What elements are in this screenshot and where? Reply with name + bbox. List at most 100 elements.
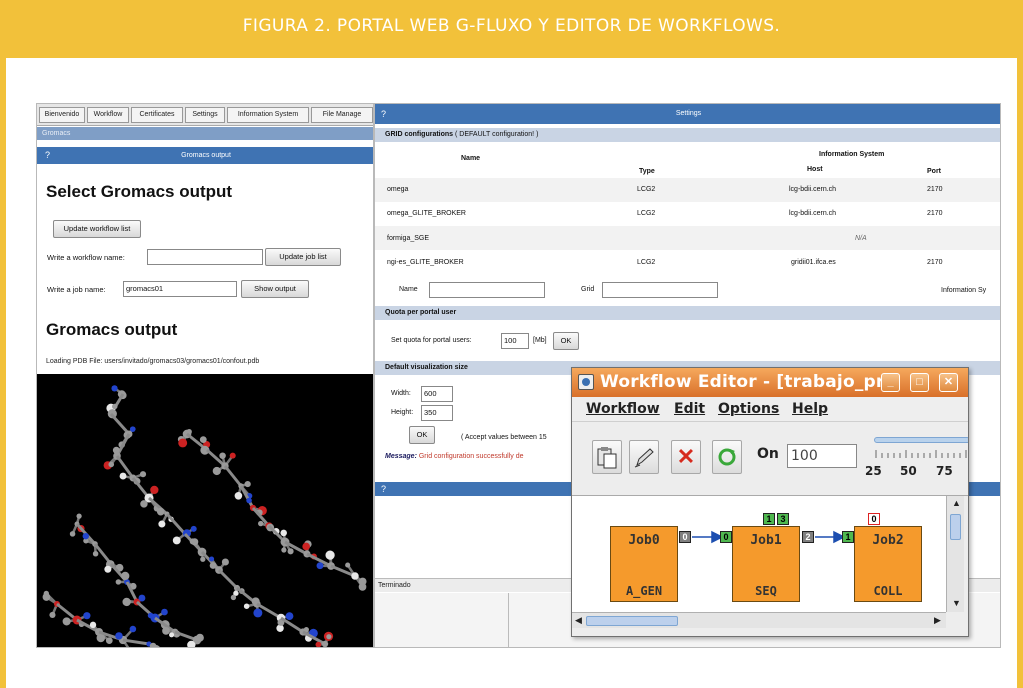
zoom-slider[interactable] <box>874 437 968 443</box>
workflow-editor-menubar: Workflow Edit Options Help <box>572 397 968 422</box>
molecule-atom <box>69 531 76 537</box>
table-cell-type: LCG2 <box>637 210 656 217</box>
quota-input[interactable]: 100 <box>501 333 529 349</box>
molecule-atom <box>122 597 131 607</box>
table-cell-type: LCG2 <box>637 259 656 266</box>
input-port[interactable]: 0 <box>720 531 732 543</box>
maximize-icon[interactable]: □ <box>910 373 929 392</box>
job-name-input[interactable]: gromacs01 <box>123 281 237 297</box>
zoom-slider-ticks <box>875 450 967 458</box>
delete-icon[interactable]: ✕ <box>671 440 701 474</box>
help-icon[interactable]: ? <box>381 104 386 124</box>
job-node[interactable]: Job2 COLL <box>854 526 922 602</box>
molecule-atom <box>281 547 287 553</box>
update-job-list-button[interactable]: Update job list <box>265 248 341 266</box>
message-value: Grid configuration successfully de <box>418 453 524 460</box>
vertical-scrollbar[interactable]: ▲ ▼ <box>946 496 964 612</box>
molecule-atom <box>199 436 207 443</box>
input-port[interactable]: 1 <box>842 531 854 543</box>
tab-bienvenido[interactable]: Bienvenido <box>39 107 85 123</box>
molecule-atom <box>140 500 148 508</box>
vertical-scroll-thumb[interactable] <box>950 514 961 540</box>
workflow-canvas[interactable]: Job0 A_GEN Job1 SEQ Job2 COLL 0 0 1 3 2 … <box>572 496 946 612</box>
slider-tick-label: 25 <box>865 464 882 478</box>
scroll-right-icon[interactable]: ▶ <box>934 615 941 626</box>
molecule-atom <box>209 562 217 569</box>
molecule-atom <box>230 594 237 601</box>
output-port[interactable]: 2 <box>802 531 814 543</box>
molecule-atom <box>351 572 359 580</box>
menu-workflow[interactable]: Workflow <box>586 401 660 417</box>
molecule-atom <box>178 438 188 448</box>
molecule-atom <box>188 647 194 648</box>
message-label: Message: <box>385 453 417 460</box>
quota-header-title: Quota per portal user <box>385 309 457 316</box>
horizontal-scroll-thumb[interactable] <box>586 616 678 626</box>
minimize-icon[interactable]: _ <box>881 373 900 392</box>
menu-edit[interactable]: Edit <box>674 401 705 417</box>
molecule-atom <box>209 556 215 562</box>
molecule-atom <box>258 520 264 527</box>
molecule-atom <box>89 621 97 629</box>
molecule-atom <box>112 403 118 410</box>
scroll-up-icon[interactable]: ▲ <box>952 498 961 508</box>
tab-file-manager[interactable]: File Manage <box>311 107 373 123</box>
width-input[interactable]: 600 <box>421 386 453 402</box>
horizontal-scrollbar[interactable]: ◀ ▶ <box>572 612 946 628</box>
table-row-bg <box>375 178 1000 202</box>
molecule-atom <box>219 452 226 459</box>
workflow-editor-titlebar[interactable]: Workflow Editor - [trabajo_pr _ □ ✕ <box>572 368 968 397</box>
col-port-header: Port <box>927 168 941 175</box>
input-port[interactable]: 0 <box>868 513 880 525</box>
paste-icon[interactable] <box>592 440 622 474</box>
close-icon[interactable]: ✕ <box>939 373 958 392</box>
molecule-atom <box>253 608 263 618</box>
job-node[interactable]: Job0 A_GEN <box>610 526 678 602</box>
molecule-atom <box>43 590 50 597</box>
scroll-left-icon[interactable]: ◀ <box>575 615 582 626</box>
new-grid-type-input[interactable] <box>602 282 718 298</box>
output-port[interactable]: 0 <box>679 531 691 543</box>
molecule-atom <box>315 641 322 647</box>
molecule-atom <box>243 603 250 609</box>
on-value-input[interactable]: 100 <box>787 444 857 468</box>
molecule-bond <box>165 512 187 536</box>
gromacs-output-heading: Gromacs output <box>46 320 178 339</box>
table-cell-host: lcg-bdii.cern.ch <box>789 210 837 217</box>
molecule-atom <box>186 429 192 435</box>
quota-ok-button[interactable]: OK <box>553 332 579 350</box>
tab-information-system[interactable]: Information System <box>227 107 309 123</box>
molecule-atom <box>285 612 294 621</box>
tab-certificates[interactable]: Certificates <box>131 107 183 123</box>
help-icon[interactable]: ? <box>45 147 50 164</box>
tab-workflow[interactable]: Workflow <box>87 107 129 123</box>
table-cell-name: omega <box>387 186 409 193</box>
visualization-ok-button[interactable]: OK <box>409 426 435 444</box>
refresh-icon[interactable] <box>712 440 742 474</box>
gromacs-output-bar-title: Gromacs output <box>181 152 231 159</box>
gromacs-subheader: Gromacs <box>37 127 373 140</box>
edit-icon[interactable] <box>629 440 659 474</box>
job-name: Job1 <box>750 533 782 548</box>
workflow-name-input[interactable] <box>147 249 263 265</box>
tab-settings[interactable]: Settings <box>185 107 225 123</box>
input-port[interactable]: 3 <box>777 513 789 525</box>
visualization-header-title: Default visualization size <box>385 364 468 371</box>
molecule-atom <box>129 646 131 647</box>
help-icon[interactable]: ? <box>381 484 386 494</box>
molecule-atom <box>92 551 99 557</box>
height-input[interactable]: 350 <box>421 405 453 421</box>
show-output-button[interactable]: Show output <box>241 280 309 298</box>
menu-options[interactable]: Options <box>718 401 779 417</box>
molecule-viewer[interactable] <box>37 374 373 648</box>
job-type: COLL <box>873 584 903 598</box>
new-info-label: Information Sy <box>941 287 987 294</box>
job-node[interactable]: Job1 SEQ <box>732 526 800 602</box>
new-grid-name-input[interactable] <box>429 282 545 298</box>
col-info-header: Information System <box>819 151 885 158</box>
scroll-down-icon[interactable]: ▼ <box>952 598 961 608</box>
input-port[interactable]: 1 <box>763 513 775 525</box>
update-workflow-list-button[interactable]: Update workflow list <box>53 220 141 238</box>
molecule-atom <box>358 577 367 586</box>
menu-help[interactable]: Help <box>792 401 828 417</box>
